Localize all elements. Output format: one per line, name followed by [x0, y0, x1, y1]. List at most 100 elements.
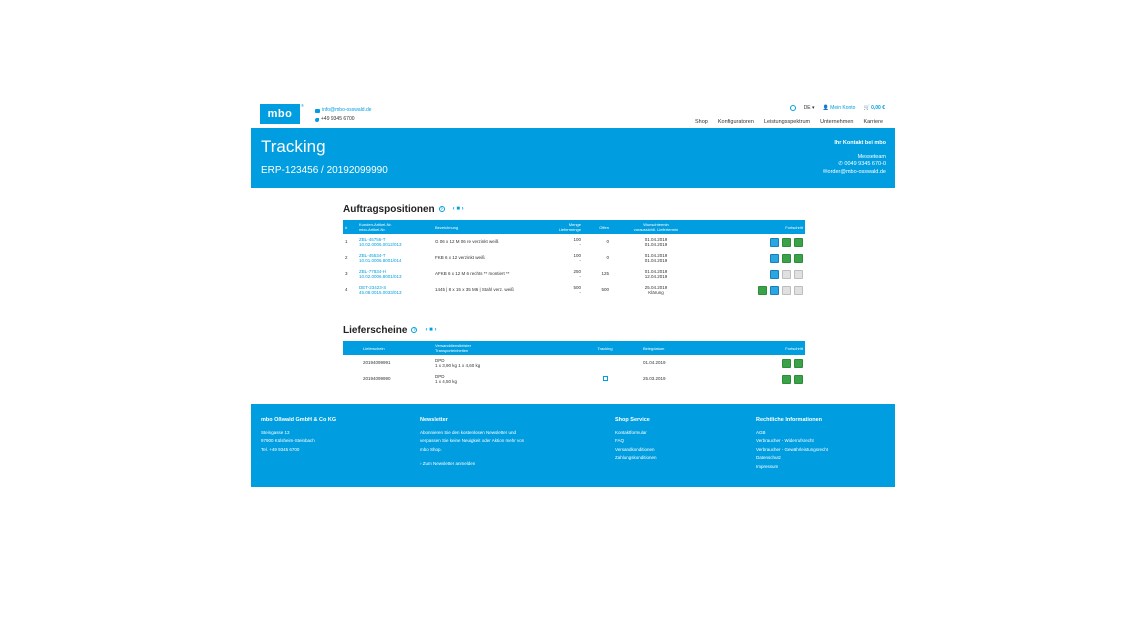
progress-pending-icon[interactable]	[782, 285, 791, 295]
account-link[interactable]: 👤 Mein Konto	[823, 105, 856, 111]
legal-link[interactable]: Verbraucher - Gewährleistungsrecht	[756, 446, 828, 455]
col-date: Belegdatum	[627, 341, 717, 355]
nav-shop[interactable]: Shop	[695, 119, 708, 125]
footer-city: 97900 Külsheim-Steinbach	[261, 438, 315, 443]
progress-cell	[701, 266, 805, 282]
progress-pending-icon[interactable]	[794, 269, 803, 279]
footer: mbo Oßwald GmbH & Co KG Steingasse 13 97…	[251, 404, 895, 487]
contact-box: Ihr Kontakt bei mbo Messeteam ✆ 0049 934…	[823, 140, 886, 176]
description-cell: G 06 x 12 M 06 re verzinkt weiß	[435, 239, 499, 245]
service-link[interactable]: Versandkonditionen	[615, 446, 657, 455]
service-link[interactable]: FAQ	[615, 437, 657, 446]
progress-done-icon[interactable]	[782, 358, 791, 368]
progress-done-icon[interactable]	[794, 374, 803, 384]
delivery-date: 01.04.2019	[644, 242, 668, 247]
contact-phone[interactable]: ✆ 0049 9345 670-0	[823, 161, 886, 169]
help-icon[interactable]: ?	[411, 327, 418, 333]
service-link[interactable]: Kontaktformular	[615, 429, 657, 438]
progress-done-icon[interactable]	[782, 237, 791, 247]
search-icon[interactable]	[789, 105, 796, 111]
contact-email-value: order@mbo-osswald.de	[827, 168, 886, 175]
header-email-link[interactable]: info@mbo-osswald.de	[322, 106, 372, 115]
progress-done-icon[interactable]	[770, 285, 779, 295]
top-bar: mbo ® info@mbo-osswald.de +49 9345 6700 …	[251, 100, 895, 128]
mbo-article-link[interactable]: 10.02.0006.8001/013	[359, 274, 431, 280]
progress-done-icon[interactable]	[782, 253, 791, 263]
help-icon[interactable]: ?	[438, 206, 445, 212]
footer-phone[interactable]: Tel. +49 9345 6700	[261, 446, 336, 455]
description-cell: AFKB 6 x 12 M 6 rechts ** montiert **	[435, 271, 510, 277]
newsletter-link[interactable]: › Zum Newsletter anmelden	[420, 460, 524, 469]
cart-link[interactable]: 🛒 0,00 €	[863, 105, 885, 111]
row-number: 4	[345, 287, 348, 293]
progress-done-icon[interactable]	[794, 237, 803, 247]
legal-link[interactable]: Impressum	[756, 463, 828, 472]
article-cell: ZBL-45534-T 10.01.0006.8001/014	[357, 250, 433, 266]
col-article: Kunden-Artikel-Nr. mbo-Artikel-Nr.	[357, 220, 433, 234]
contact-team: Messeteam	[857, 153, 886, 160]
footer-legal: Rechtliche Informationen AGB Verbraucher…	[756, 416, 828, 471]
mbo-article-link[interactable]: 45.08.0015.0033/013	[359, 290, 431, 296]
nav-unternehmen[interactable]: Unternehmen	[820, 119, 853, 125]
col-description: Bezeichnung	[433, 220, 551, 234]
progress-done-icon[interactable]	[770, 253, 779, 263]
positions-table: # Kunden-Artikel-Nr. mbo-Artikel-Nr. Bez…	[343, 220, 805, 298]
progress-done-icon[interactable]	[770, 237, 779, 247]
progress-icons	[719, 358, 803, 368]
delivery-section: Lieferscheine ? ‹ ■ › Lieferschein Versa…	[343, 323, 805, 387]
header-phone[interactable]: +49 9345 6700	[321, 115, 355, 124]
header-contact: info@mbo-osswald.de +49 9345 6700	[315, 106, 372, 124]
page-title: Tracking	[261, 137, 326, 156]
external-link-icon[interactable]	[602, 375, 608, 381]
nav-leistungsspektrum[interactable]: Leistungsspektrum	[764, 119, 810, 125]
progress-done-icon[interactable]	[794, 358, 803, 368]
service-link[interactable]: Zahlungskonditionen	[615, 454, 657, 463]
contact-phone-value: 0049 9345 670-0	[844, 161, 886, 167]
progress-pending-icon[interactable]	[794, 285, 803, 295]
legal-link[interactable]: AGB	[756, 429, 828, 438]
mail-icon	[315, 108, 320, 113]
positions-title: Auftragspositionen ? ‹ ■ ›	[343, 202, 805, 216]
row-number: 2	[345, 255, 348, 261]
delivered-quantity: -	[579, 242, 582, 247]
open-cell: 125	[601, 271, 609, 277]
progress-pending-icon[interactable]	[782, 269, 791, 279]
language-select[interactable]: DE ▾	[804, 105, 815, 111]
delivery-table: Lieferschein Versanddienstleister Transp…	[343, 341, 805, 387]
nav-konfiguratoren[interactable]: Konfiguratoren	[718, 119, 754, 125]
carrier-cell: DPD 1 x 4,50 kg	[433, 371, 583, 387]
date-cell: 25.03.2019	[643, 376, 666, 382]
legal-link[interactable]: Verbraucher - Widerrufsrecht	[756, 437, 828, 446]
delivered-quantity: -	[579, 258, 582, 263]
dates-cell: 01.04.2019 12.04.2019	[611, 266, 701, 282]
transport-units: 1 x 4,50 kg	[435, 379, 458, 384]
table-row: 20194099990 DPD 1 x 4,50 kg 25.03.2019	[343, 371, 805, 387]
dates-cell: 01.04.2019 01.04.2019	[611, 250, 701, 266]
legal-heading: Rechtliche Informationen	[756, 417, 823, 423]
mbo-logo[interactable]: mbo	[260, 104, 300, 124]
account-label: Mein Konto	[830, 105, 856, 111]
progress-done-icon[interactable]	[794, 253, 803, 263]
newsletter-text-1: Abonnieren Sie den kostenlosen Newslette…	[420, 429, 517, 435]
progress-done-icon[interactable]	[782, 374, 791, 384]
mbo-article-link[interactable]: 10.01.0006.8001/014	[359, 258, 431, 264]
cart-icon: 🛒	[863, 105, 870, 111]
delivery-pager[interactable]: ‹ ■ ›	[425, 327, 436, 333]
positions-section: Auftragspositionen ? ‹ ■ › # Kunden-Arti…	[343, 202, 805, 298]
legal-link[interactable]: Datenschutz	[756, 454, 828, 463]
progress-icons	[703, 285, 803, 295]
hero-banner: Tracking ERP-123456 / 20192099990 Ihr Ko…	[251, 128, 895, 188]
positions-pager[interactable]: ‹ ■ ›	[453, 206, 464, 212]
progress-done-icon[interactable]	[758, 285, 767, 295]
col-tracking: Tracking	[583, 341, 627, 355]
delivered-quantity: -	[579, 290, 582, 295]
progress-done-icon[interactable]	[770, 269, 779, 279]
quantity-cell: 250-	[551, 266, 583, 282]
delivery-date: Klärung	[648, 290, 664, 295]
contact-email[interactable]: ✉order@mbo-osswald.de	[823, 169, 886, 177]
nav-karriere[interactable]: Karriere	[863, 119, 883, 125]
table-header: # Kunden-Artikel-Nr. mbo-Artikel-Nr. Bez…	[343, 220, 805, 234]
logo-registered-mark: ®	[301, 103, 304, 108]
mbo-article-link[interactable]: 10.02.0006.0012/013	[359, 242, 431, 248]
delivery-date: 12.04.2019	[644, 274, 668, 279]
